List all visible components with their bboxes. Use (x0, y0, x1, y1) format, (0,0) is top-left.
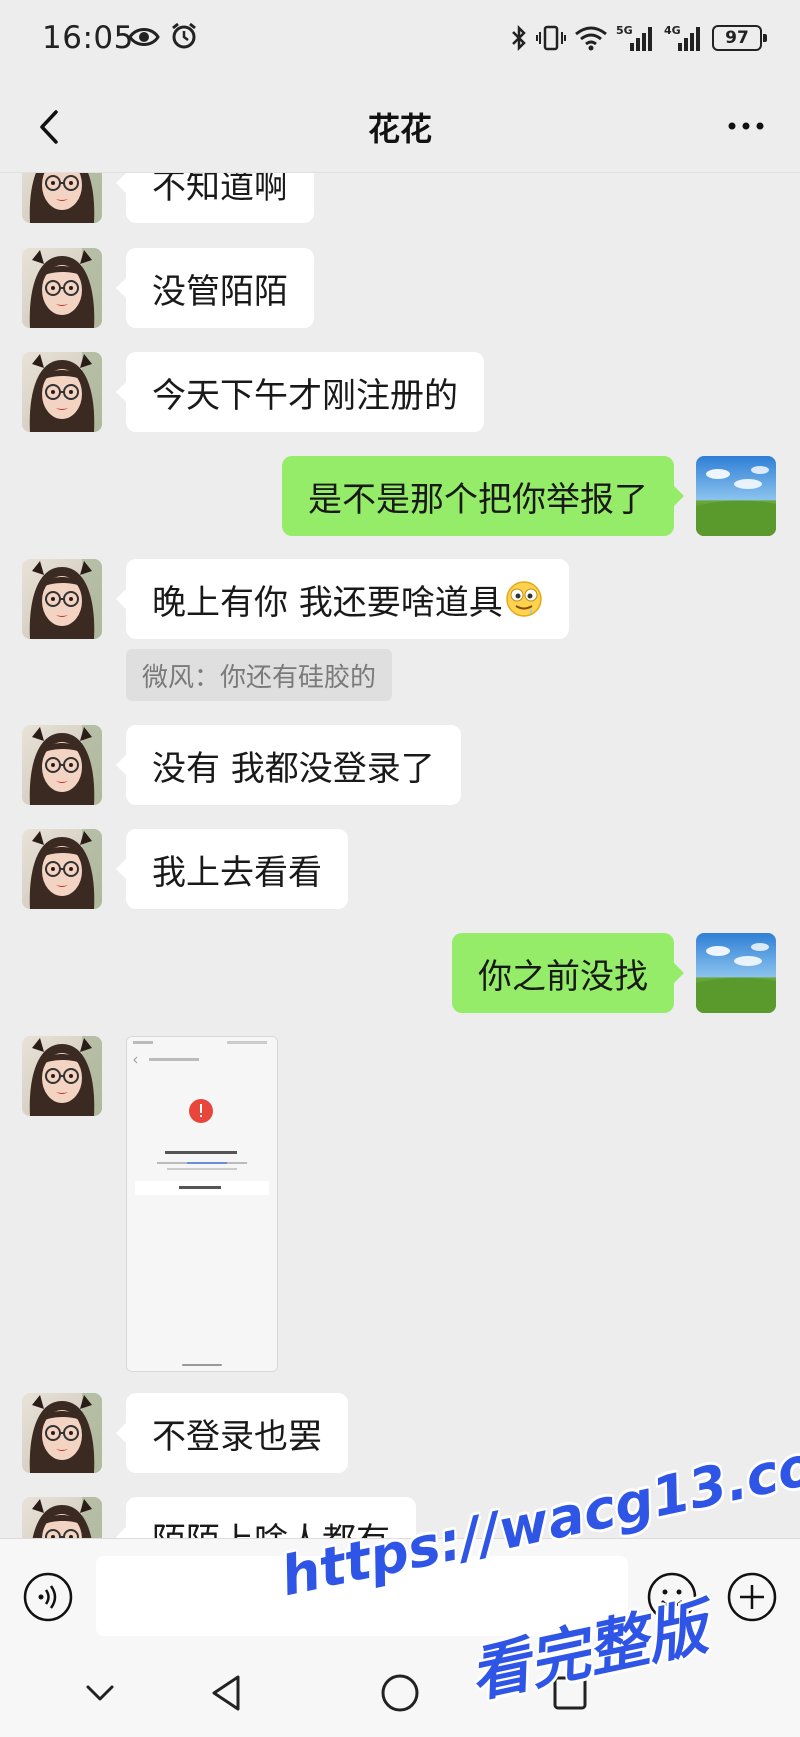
plus-icon[interactable] (726, 1571, 778, 1623)
contact-avatar[interactable] (22, 725, 102, 805)
incoming-message[interactable]: 晚上有你 我还要啥道具 (116, 559, 569, 639)
my-avatar[interactable] (696, 456, 776, 536)
message-text: 不知道啊 (152, 173, 288, 207)
incoming-message[interactable]: 今天下午才刚注册的 (116, 352, 484, 432)
message-text: 是不是那个把你举报了 (308, 479, 648, 520)
vibrate-icon (536, 25, 566, 51)
message-text: 不登录也罢 (152, 1416, 322, 1457)
message-text: 没有 我都没登录了 (152, 748, 435, 789)
message-text: 你之前没找 (478, 956, 648, 997)
status-icons: 5G 4G 97 (510, 22, 767, 54)
outgoing-message[interactable]: 你之前没找 (452, 933, 684, 1013)
contact-avatar[interactable] (22, 173, 102, 223)
incoming-message[interactable]: 我上去看看 (116, 829, 348, 909)
contact-avatar[interactable] (22, 559, 102, 639)
back-triangle-icon[interactable] (206, 1671, 250, 1715)
incoming-message[interactable]: 没管陌陌 (116, 248, 314, 328)
contact-avatar[interactable] (22, 829, 102, 909)
message-text: 没管陌陌 (152, 271, 288, 312)
contact-avatar[interactable] (22, 1497, 102, 1538)
contact-avatar[interactable] (22, 1036, 102, 1116)
message-text: 今天下午才刚注册的 (152, 375, 458, 416)
network-5g-label: 5G (616, 24, 633, 37)
voice-icon[interactable] (22, 1571, 74, 1623)
signal-5g-icon: 5G (616, 24, 652, 51)
status-time: 16:05 (42, 20, 134, 56)
more-dots-icon[interactable] (722, 106, 770, 146)
incoming-message[interactable]: 没有 我都没登录了 (116, 725, 461, 805)
bluetooth-icon (512, 24, 526, 52)
chat-message-list[interactable]: 不知道啊 没管陌陌 今天下午才刚注册的 是不是那个把你举报了 晚上有你 我还要啥… (0, 173, 800, 1538)
quote-text: 微风：你还有硅胶的 (142, 662, 377, 693)
contact-avatar[interactable] (22, 248, 102, 328)
alarm-icon (172, 22, 196, 49)
battery-level: 97 (725, 28, 749, 48)
battery-icon: 97 (712, 25, 767, 51)
contact-avatar[interactable] (22, 1393, 102, 1473)
chat-header: 花花 (0, 80, 800, 173)
message-text: 我上去看看 (152, 852, 322, 893)
quoted-reply[interactable]: 微风：你还有硅胶的 (126, 649, 393, 701)
signal-4g-icon: 4G (664, 24, 700, 51)
contact-avatar[interactable] (22, 352, 102, 432)
network-4g-label: 4G (664, 24, 681, 37)
wifi-icon (575, 26, 607, 51)
chat-title: 花花 (367, 110, 432, 148)
message-text: 晚上有你 我还要啥道具 (152, 582, 503, 623)
drooling-face-emoji (506, 581, 542, 617)
my-avatar[interactable] (696, 933, 776, 1013)
status-bar: 16:05 5G 4G 97 (0, 0, 800, 80)
outgoing-message[interactable]: 是不是那个把你举报了 (282, 456, 684, 536)
incoming-message[interactable]: 不知道啊 (116, 173, 314, 223)
hide-keyboard-icon[interactable] (78, 1671, 122, 1715)
eye-icon (128, 28, 160, 46)
screenshot-image-message[interactable] (126, 1036, 278, 1372)
screenshot-thumbnail (127, 1037, 277, 1371)
incoming-message[interactable]: 不登录也罢 (116, 1393, 348, 1473)
home-circle-icon[interactable] (378, 1671, 422, 1715)
